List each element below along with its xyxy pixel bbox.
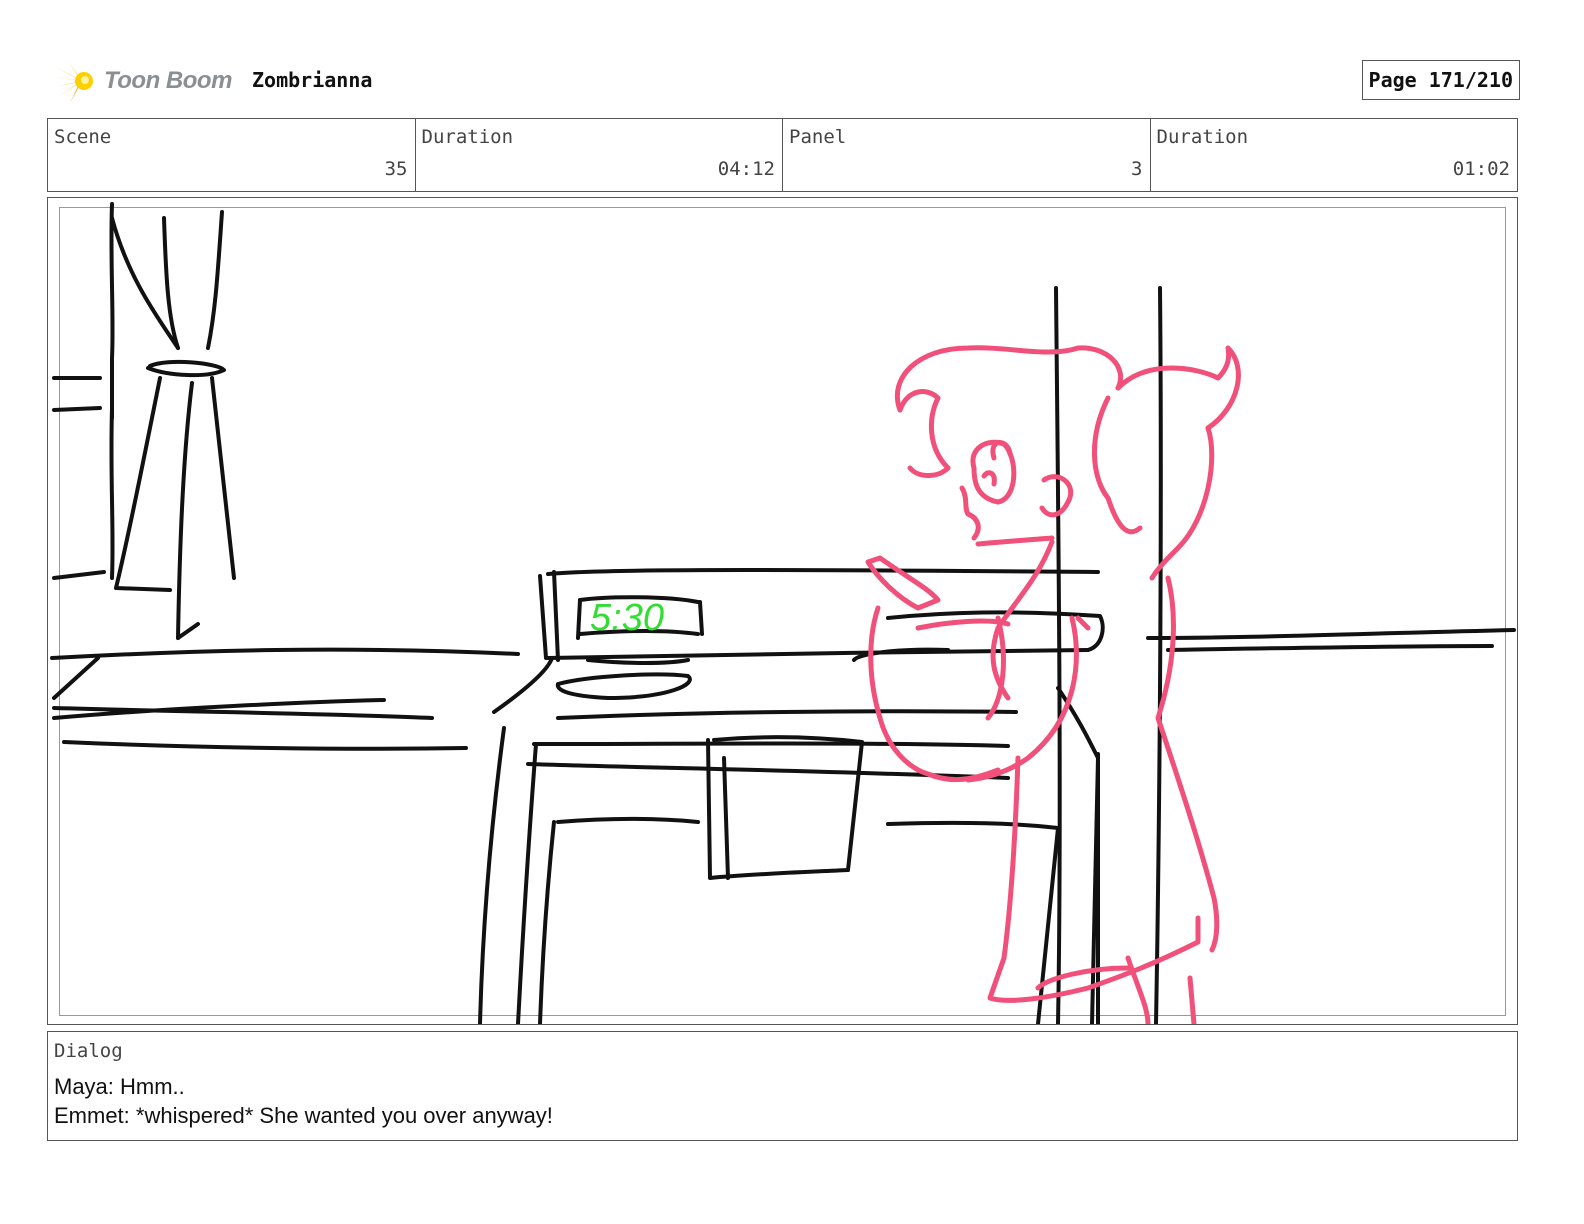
logo-text: Toon Boom bbox=[104, 67, 232, 94]
project-title: Zombrianna bbox=[252, 68, 373, 92]
dialog-box: Dialog Maya: Hmm.. Emmet: *whispered* Sh… bbox=[47, 1031, 1518, 1141]
dialog-line: Maya: Hmm.. bbox=[54, 1074, 185, 1099]
storyboard-panel: 5:30 bbox=[47, 197, 1518, 1025]
dialog-label: Dialog bbox=[54, 1040, 123, 1062]
character-sketch bbox=[865, 345, 1241, 1024]
starburst-icon bbox=[54, 61, 93, 103]
page-indicator: Page 171/210 bbox=[1361, 60, 1520, 100]
panel-cell: Panel 3 bbox=[783, 119, 1151, 191]
scene-duration-cell: Duration 04:12 bbox=[416, 119, 783, 191]
toon-boom-logo: Toon Boom bbox=[52, 56, 242, 106]
scene-info-table: Scene 35 Duration 04:12 Panel 3 Duration… bbox=[47, 118, 1518, 192]
dialog-lines: Maya: Hmm.. Emmet: *whispered* She wante… bbox=[54, 1072, 553, 1130]
scene-duration-label: Duration bbox=[421, 126, 514, 148]
clock-display: 5:30 bbox=[590, 597, 664, 639]
panel-label: Panel bbox=[789, 126, 847, 148]
panel-sketch: 5:30 bbox=[50, 202, 1516, 1024]
panel-duration-cell: Duration 01:02 bbox=[1151, 119, 1518, 191]
clock-text: 5:30 bbox=[590, 597, 664, 639]
dialog-line: Emmet: *whispered* She wanted you over a… bbox=[54, 1103, 553, 1128]
panel-duration-label: Duration bbox=[1156, 126, 1249, 148]
page-header: Toon Boom Zombrianna Page 171/210 bbox=[48, 56, 1520, 106]
panel-value: 3 bbox=[1131, 158, 1143, 180]
scene-label: Scene bbox=[54, 126, 112, 148]
scene-value: 35 bbox=[384, 158, 408, 180]
background-sketch bbox=[50, 202, 1516, 1024]
page-label: Page bbox=[1368, 68, 1417, 92]
page-number: 171/210 bbox=[1428, 68, 1513, 92]
scene-duration-value: 04:12 bbox=[717, 158, 775, 180]
scene-cell: Scene 35 bbox=[48, 119, 416, 191]
panel-duration-value: 01:02 bbox=[1452, 158, 1510, 180]
